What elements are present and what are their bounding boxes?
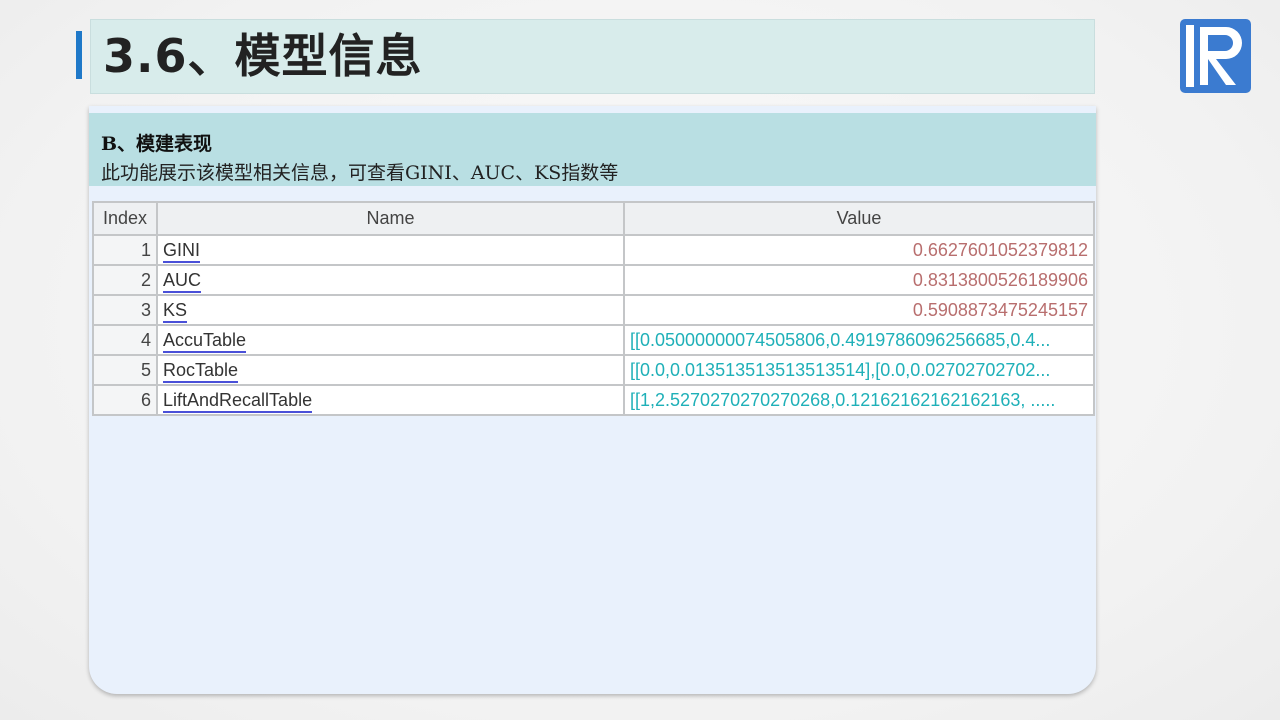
title-accent-bar bbox=[76, 31, 82, 79]
row-name-link[interactable]: RocTable bbox=[163, 359, 239, 383]
column-header-name[interactable]: Name bbox=[156, 201, 625, 236]
row-index: 4 bbox=[92, 324, 158, 356]
row-name-cell[interactable]: RocTable bbox=[156, 354, 625, 386]
row-value[interactable]: 0.8313800526189906 bbox=[623, 264, 1095, 296]
title-banner: 3.6、模型信息 bbox=[90, 19, 1095, 94]
row-name-link[interactable]: AccuTable bbox=[163, 329, 247, 353]
content-panel: B、模建表现 此功能展示该模型相关信息，可查看GINI、AUC、KS指数等 In… bbox=[89, 106, 1096, 694]
row-index: 5 bbox=[92, 354, 158, 386]
table-row[interactable]: 5 RocTable [[0.0,0.0135135135135135​14],… bbox=[92, 354, 1095, 386]
row-name-cell[interactable]: AccuTable bbox=[156, 324, 625, 356]
row-value[interactable]: 0.6627601052379812 bbox=[623, 234, 1095, 266]
table-row[interactable]: 1 GINI 0.6627601052379812 bbox=[92, 234, 1095, 266]
row-value[interactable]: [[1,2.5270270270270268,0.121621621621621… bbox=[623, 384, 1095, 416]
raqsoft-r-logo-icon bbox=[1180, 19, 1251, 93]
row-name-cell[interactable]: LiftAndRecallTable bbox=[156, 384, 625, 416]
row-name-link[interactable]: AUC bbox=[163, 269, 202, 293]
table-header-row: Index Name Value bbox=[92, 201, 1095, 236]
table-row[interactable]: 3 KS 0.5908873475245157 bbox=[92, 294, 1095, 326]
row-name-cell[interactable]: GINI bbox=[156, 234, 625, 266]
page-title: 3.6、模型信息 bbox=[103, 29, 423, 83]
row-value[interactable]: 0.5908873475245157 bbox=[623, 294, 1095, 326]
row-name-link[interactable]: KS bbox=[163, 299, 188, 323]
model-info-table: Index Name Value 1 GINI 0.66276010523798… bbox=[92, 201, 1095, 416]
section-title: B、模建表现 bbox=[101, 133, 213, 155]
row-index: 3 bbox=[92, 294, 158, 326]
row-value[interactable]: [[0.0,0.0135135135135135​14],[0.0,0.0270… bbox=[623, 354, 1095, 386]
table-row[interactable]: 2 AUC 0.8313800526189906 bbox=[92, 264, 1095, 296]
section-header: B、模建表现 此功能展示该模型相关信息，可查看GINI、AUC、KS指数等 bbox=[89, 113, 1096, 186]
row-index: 2 bbox=[92, 264, 158, 296]
table-row[interactable]: 6 LiftAndRecallTable [[1,2.5270270270270… bbox=[92, 384, 1095, 416]
row-name-link[interactable]: LiftAndRecallTable bbox=[163, 389, 313, 413]
row-value[interactable]: [[0.05000000074505806,0.491978609625668​… bbox=[623, 324, 1095, 356]
column-header-index[interactable]: Index bbox=[92, 201, 158, 236]
row-index: 1 bbox=[92, 234, 158, 266]
row-index: 6 bbox=[92, 384, 158, 416]
column-header-value[interactable]: Value bbox=[623, 201, 1095, 236]
row-name-link[interactable]: GINI bbox=[163, 239, 201, 263]
row-name-cell[interactable]: KS bbox=[156, 294, 625, 326]
table-row[interactable]: 4 AccuTable [[0.05000000074505806,0.4919… bbox=[92, 324, 1095, 356]
section-description: 此功能展示该模型相关信息，可查看GINI、AUC、KS指数等 bbox=[101, 162, 619, 184]
row-name-cell[interactable]: AUC bbox=[156, 264, 625, 296]
slide: 3.6、模型信息 B、模建表现 此功能展示该模型相关信息，可查看GINI、AUC… bbox=[0, 0, 1280, 720]
